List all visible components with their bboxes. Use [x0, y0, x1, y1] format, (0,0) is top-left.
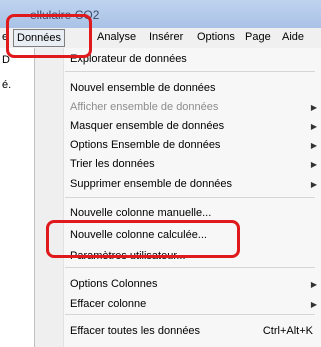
menu-item-show-dataset: Afficher ensemble de données: [70, 101, 219, 113]
submenu-arrow-icon: ▶: [310, 141, 317, 150]
menu-item-column-options[interactable]: Options Colonnes: [70, 278, 157, 290]
menubar-item-inserer[interactable]: Insérer: [149, 31, 183, 43]
menu-icon-gutter: [35, 48, 64, 347]
menu-separator: [65, 267, 315, 268]
menu-item-new-manual-column[interactable]: Nouvelle colonne manuelle...: [70, 207, 211, 219]
submenu-arrow-icon: ▶: [310, 122, 317, 131]
menu-item-clear-all-data[interactable]: Effacer toutes les données: [70, 325, 200, 337]
menu-item-new-dataset[interactable]: Nouvel ensemble de données: [70, 82, 216, 94]
submenu-arrow-icon: ▶: [310, 180, 317, 189]
submenu-arrow-icon: ▶: [310, 103, 317, 112]
submenu-arrow-icon: ▶: [310, 300, 317, 309]
menubar-item-options[interactable]: Options: [197, 31, 235, 43]
background-sheet: D é.: [0, 48, 35, 347]
menubar-item-page[interactable]: Page: [245, 31, 271, 43]
highlight-box-donnees-menu: [6, 14, 92, 58]
menu-separator: [65, 71, 315, 72]
menubar-item-aide[interactable]: Aide: [282, 31, 304, 43]
menu-item-hide-dataset[interactable]: Masquer ensemble de données: [70, 120, 224, 132]
background-text: é.: [2, 79, 12, 91]
menu-item-sort[interactable]: Trier les données: [70, 158, 155, 170]
menu-item-delete-dataset[interactable]: Supprimer ensemble de données: [70, 178, 232, 190]
menu-separator: [65, 197, 315, 198]
submenu-arrow-icon: ▶: [310, 160, 317, 169]
menu-item-dataset-options[interactable]: Options Ensemble de données: [70, 139, 220, 151]
menu-item-clear-column[interactable]: Effacer colonne: [70, 298, 146, 310]
menu-separator: [65, 314, 315, 315]
donnees-dropdown-menu: Explorateur de données Nouvel ensemble d…: [34, 48, 321, 347]
menubar-item-analyse[interactable]: Analyse: [97, 31, 136, 43]
submenu-arrow-icon: ▶: [310, 280, 317, 289]
shortcut-label: Ctrl+Alt+K: [262, 325, 313, 337]
highlight-box-calculated-column: [46, 220, 240, 258]
